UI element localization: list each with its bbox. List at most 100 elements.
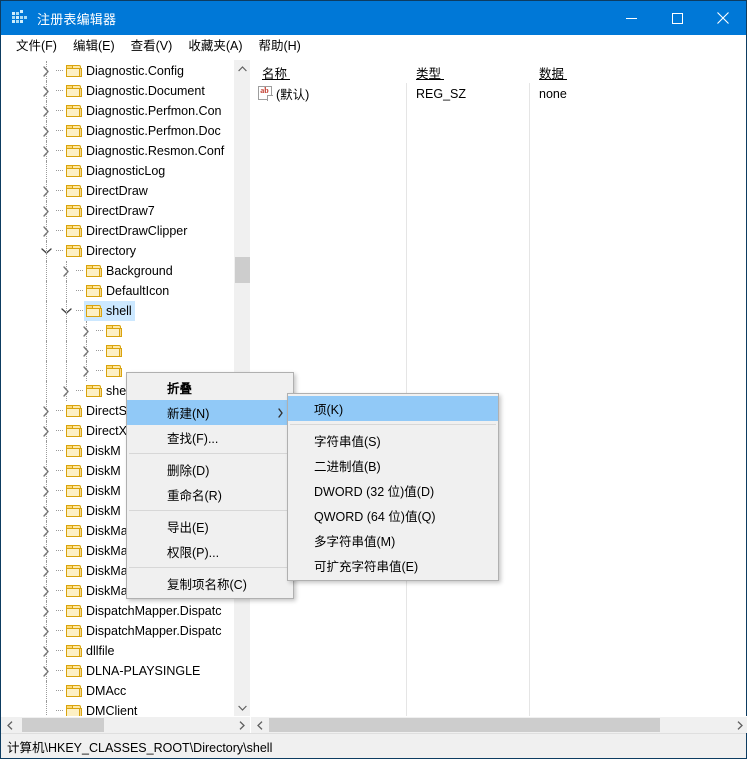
tree-connector	[54, 581, 64, 601]
tree-hscroll-thumb[interactable]	[22, 718, 104, 732]
close-button[interactable]	[700, 1, 746, 35]
submenu-qword-value[interactable]: QWORD (64 位)值(Q)	[288, 503, 498, 528]
value-row[interactable]: ab (默认) REG_SZ none	[252, 83, 729, 104]
tree-item-dispatchmapper-dispatc[interactable]: DispatchMapper.Dispatc	[1, 601, 233, 621]
tree-item-shell[interactable]: shell	[1, 301, 233, 321]
values-scroll-left-icon[interactable]	[251, 717, 268, 733]
tree-guide-line	[66, 301, 68, 321]
ctx-copy-key-name[interactable]: 复制项名称(C)	[127, 571, 293, 596]
values-scroll-right-icon[interactable]	[731, 717, 747, 733]
tree-item-label: DispatchMapper.Dispatc	[86, 624, 222, 638]
values-horizontal-scrollbar[interactable]	[251, 716, 747, 733]
submenu-expandable[interactable]: 可扩充字符串值(E)	[288, 553, 498, 578]
tree-guide-line	[46, 441, 48, 461]
tree-item-directory[interactable]: Directory	[1, 241, 233, 261]
tree-guide-line	[46, 141, 48, 161]
tree-scroll-thumb[interactable]	[235, 257, 250, 283]
folder-icon	[86, 304, 102, 318]
ctx-rename[interactable]: 重命名(R)	[127, 482, 293, 507]
minimize-button[interactable]	[608, 1, 654, 35]
tree-item[interactable]	[1, 341, 233, 361]
tree-item-dispatchmapper-dispatc[interactable]: DispatchMapper.Dispatc	[1, 621, 233, 641]
tree-guide-line	[46, 481, 48, 501]
tree-connector	[54, 521, 64, 541]
ctx-find[interactable]: 查找(F)...	[127, 425, 293, 450]
menu-view[interactable]: 查看(V)	[123, 37, 181, 57]
tree-guide-line	[66, 281, 68, 301]
tree-connector	[54, 81, 64, 101]
folder-icon	[66, 604, 82, 618]
tree-item-diagnostic-perfmon-doc[interactable]: Diagnostic.Perfmon.Doc	[1, 121, 233, 141]
tree-item-directdrawclipper[interactable]: DirectDrawClipper	[1, 221, 233, 241]
tree-horizontal-scrollbar[interactable]	[1, 716, 250, 733]
tree-item-diagnosticlog[interactable]: DiagnosticLog	[1, 161, 233, 181]
tree-item-background[interactable]: Background	[1, 261, 233, 281]
values-vertical-scrollbar[interactable]	[729, 60, 746, 716]
tree-item-label: Directory	[86, 244, 137, 258]
ctx-permissions[interactable]: 权限(P)...	[127, 539, 293, 564]
submenu-string-value[interactable]: 字符串值(S)	[288, 428, 498, 453]
tree-item-directdraw7[interactable]: DirectDraw7	[1, 201, 233, 221]
tree-folder-icon-wrap	[64, 221, 84, 241]
submenu-binary-value[interactable]: 二进制值(B)	[288, 453, 498, 478]
tree-item-dmclient[interactable]: DMClient	[1, 701, 233, 716]
tree-folder-icon-wrap	[84, 281, 104, 301]
scroll-down-icon[interactable]	[234, 699, 251, 716]
folder-icon	[66, 524, 82, 538]
registry-editor-window: 注册表编辑器 文件(F) 编辑(E) 查看(V) 收藏夹(A) 帮助(H) Di…	[0, 0, 747, 759]
submenu-key[interactable]: 项(K)	[288, 396, 498, 421]
tree-folder-icon-wrap	[64, 561, 84, 581]
tree-folder-icon-wrap	[64, 581, 84, 601]
tree-item-dllfile[interactable]: dllfile	[1, 641, 233, 661]
tree-item-directdraw[interactable]: DirectDraw	[1, 181, 233, 201]
tree-guide-line	[46, 121, 48, 141]
tree-folder-icon-wrap	[84, 301, 104, 321]
tree-item-diagnostic-document[interactable]: Diagnostic.Document	[1, 81, 233, 101]
title-bar: 注册表编辑器	[1, 1, 746, 35]
maximize-button[interactable]	[654, 1, 700, 35]
folder-icon	[66, 224, 82, 238]
values-hscroll-thumb[interactable]	[269, 718, 660, 732]
column-divider-1[interactable]	[406, 62, 407, 716]
ctx-collapse[interactable]: 折叠	[127, 375, 293, 400]
folder-icon	[66, 184, 82, 198]
submenu-dword-value[interactable]: DWORD (32 位)值(D)	[288, 478, 498, 503]
menu-edit[interactable]: 编辑(E)	[65, 37, 123, 57]
tree-item-label: Diagnostic.Resmon.Conf	[86, 144, 225, 158]
submenu-multi-string[interactable]: 多字符串值(M)	[288, 528, 498, 553]
ctx-delete[interactable]: 删除(D)	[127, 457, 293, 482]
tree-item-diagnostic-perfmon-con[interactable]: Diagnostic.Perfmon.Con	[1, 101, 233, 121]
ctx-new[interactable]: 新建(N)	[127, 400, 293, 425]
scroll-left-icon[interactable]	[1, 717, 18, 733]
tree-folder-icon-wrap	[64, 101, 84, 121]
tree-item-label: DiskM	[86, 464, 121, 478]
tree-item-dlna-playsingle[interactable]: DLNA-PLAYSINGLE	[1, 661, 233, 681]
tree-item-label: dllfile	[86, 644, 115, 658]
tree-folder-icon-wrap	[84, 381, 104, 401]
column-header-name[interactable]: 名称	[252, 60, 406, 83]
scroll-right-icon[interactable]	[233, 717, 250, 733]
tree-guide-line	[46, 201, 48, 221]
tree-item-diagnostic-config[interactable]: Diagnostic.Config	[1, 61, 233, 81]
tree-item-dmacc[interactable]: DMAcc	[1, 681, 233, 701]
tree-guide-line	[46, 381, 48, 401]
menu-help[interactable]: 帮助(H)	[250, 37, 308, 57]
tree-folder-icon-wrap	[64, 481, 84, 501]
tree-item-defaulticon[interactable]: DefaultIcon	[1, 281, 233, 301]
menu-favorites[interactable]: 收藏夹(A)	[180, 37, 250, 57]
scroll-up-icon[interactable]	[234, 60, 251, 77]
menu-file[interactable]: 文件(F)	[8, 37, 65, 57]
tree-item-diagnostic-resmon-conf[interactable]: Diagnostic.Resmon.Conf	[1, 141, 233, 161]
column-divider-2[interactable]	[529, 62, 530, 716]
ctx-export[interactable]: 导出(E)	[127, 514, 293, 539]
status-bar: 计算机\HKEY_CLASSES_ROOT\Directory\shell	[1, 733, 746, 758]
tree-item[interactable]	[1, 321, 233, 341]
column-header-data[interactable]: 数据	[529, 60, 689, 83]
column-header-type[interactable]: 类型	[406, 60, 529, 83]
